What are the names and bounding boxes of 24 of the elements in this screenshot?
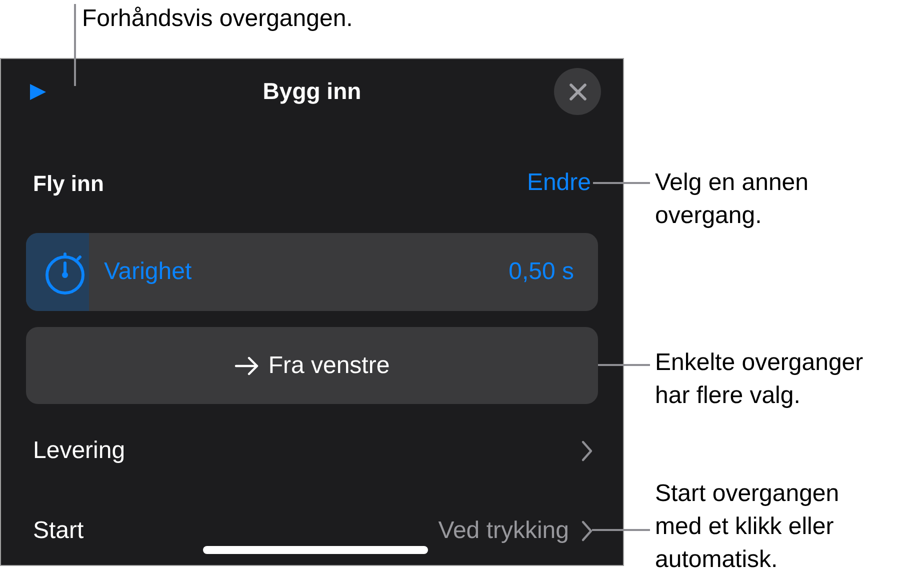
settings-row[interactable]: Start Ved trykking bbox=[1, 501, 623, 561]
close-icon bbox=[568, 82, 586, 100]
callout-text: Enkelte overganger har flere valg. bbox=[655, 348, 864, 411]
settings-row[interactable]: Levering bbox=[1, 421, 623, 481]
leader-line bbox=[598, 364, 650, 366]
duration-label: Varighet bbox=[104, 257, 192, 287]
effect-name: Fly inn bbox=[33, 170, 104, 198]
arrow-right-icon bbox=[234, 356, 260, 376]
close-button[interactable] bbox=[554, 68, 601, 115]
chevron-icon bbox=[581, 520, 593, 542]
row-label: Start bbox=[33, 516, 84, 546]
callout-text: Forhåndsvis overgangen. bbox=[82, 4, 353, 34]
callout-text: Start overgangen med et klikk eller automatisk. bbox=[655, 479, 840, 575]
change-link[interactable]: Endre bbox=[526, 165, 591, 201]
play-icon bbox=[29, 83, 47, 101]
chevron-icon bbox=[581, 440, 593, 462]
panel-title: Bygg inn bbox=[262, 76, 362, 106]
leader-line bbox=[592, 529, 650, 531]
duration-value: 0,50 s bbox=[508, 257, 574, 287]
row-value: Ved trykking bbox=[438, 516, 569, 546]
leader-line bbox=[593, 182, 650, 184]
row-label: Levering bbox=[33, 436, 126, 466]
direction-button[interactable]: Fra venstre bbox=[26, 327, 598, 404]
callout-text: Velg en annen overgang. bbox=[655, 168, 808, 231]
